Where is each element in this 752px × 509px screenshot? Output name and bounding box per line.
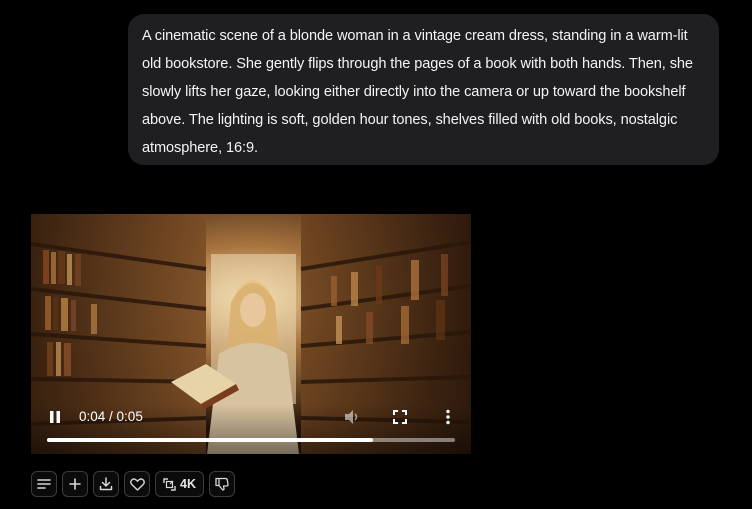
- fullscreen-icon: [393, 410, 407, 424]
- details-button[interactable]: [31, 471, 57, 497]
- more-options-button[interactable]: [437, 406, 459, 428]
- video-controls: 0:04 / 0:05: [31, 404, 471, 454]
- thumbs-down-icon: [215, 477, 229, 491]
- duration: 0:05: [116, 409, 143, 424]
- like-button[interactable]: [124, 471, 150, 497]
- progress-fill: [47, 438, 374, 442]
- current-time: 0:04: [79, 409, 106, 424]
- prompt-text: A cinematic scene of a blonde woman in a…: [142, 28, 693, 156]
- prompt-bubble: A cinematic scene of a blonde woman in a…: [128, 14, 719, 165]
- heart-icon: [129, 477, 145, 491]
- volume-icon: [345, 410, 358, 424]
- dislike-button[interactable]: [208, 471, 235, 497]
- time-display: 0:04 / 0:05: [79, 407, 143, 427]
- pause-icon: [50, 411, 60, 423]
- pause-button[interactable]: [45, 407, 65, 427]
- action-toolbar: 4K: [31, 471, 235, 497]
- fullscreen-button[interactable]: [389, 406, 411, 428]
- upscale-button[interactable]: 4K: [155, 471, 204, 497]
- progress-bar[interactable]: [47, 438, 455, 442]
- upscale-icon: [163, 477, 176, 491]
- add-button[interactable]: [62, 471, 88, 497]
- download-button[interactable]: [93, 471, 119, 497]
- download-icon: [99, 477, 113, 491]
- video-player[interactable]: 0:04 / 0:05: [31, 214, 471, 454]
- volume-button[interactable]: [341, 406, 363, 428]
- time-separator: /: [105, 409, 117, 424]
- upscale-label: 4K: [180, 477, 196, 491]
- lines-icon: [37, 479, 51, 489]
- more-vertical-icon: [446, 409, 450, 425]
- plus-icon: [69, 478, 81, 490]
